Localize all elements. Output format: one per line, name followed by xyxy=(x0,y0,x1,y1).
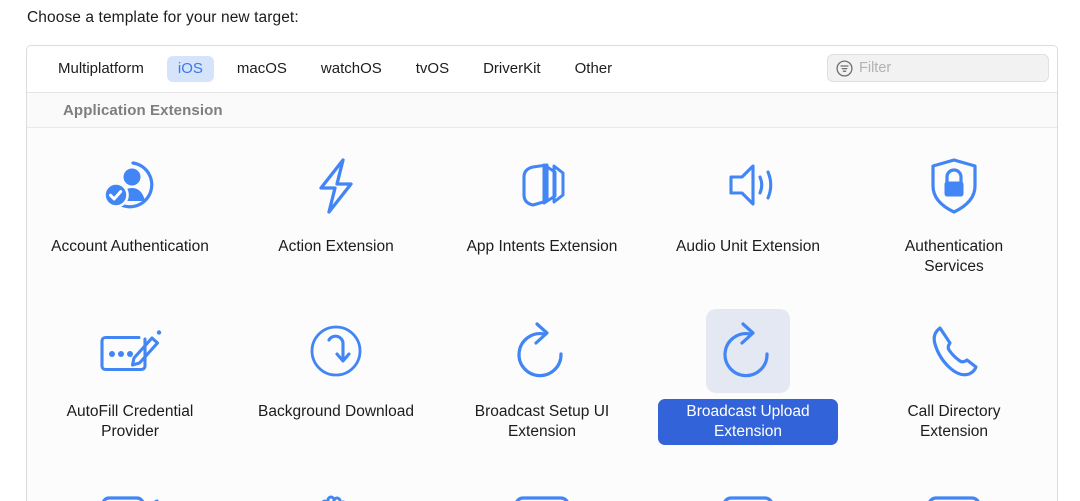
template-item-label: Broadcast Setup UI Extension xyxy=(474,403,610,440)
platform-tab-driverkit[interactable]: DriverKit xyxy=(472,56,552,83)
platform-tab-ios[interactable]: iOS xyxy=(166,55,214,83)
template-item[interactable]: Background Download xyxy=(233,293,439,458)
template-item-label: Broadcast Upload Extension xyxy=(658,399,838,445)
platform-tab-macos[interactable]: macOS xyxy=(226,56,298,83)
template-item-label: AutoFill Credential Provider xyxy=(66,403,194,440)
template-item-label: Audio Unit Extension xyxy=(676,238,820,255)
list-rect-icon xyxy=(912,474,996,501)
video-badge-icon xyxy=(88,474,172,501)
filter-circle-icon xyxy=(836,59,853,77)
filter-placeholder: Filter xyxy=(859,60,892,76)
textfield-pencil-icon xyxy=(88,309,172,393)
template-grid: Account Authentication Action Extension … xyxy=(27,128,1057,501)
lightning-bolt-icon xyxy=(294,144,378,228)
speaker-waves-icon xyxy=(706,144,790,228)
template-item[interactable]: Broadcast Setup UI Extension xyxy=(439,293,645,458)
template-item-label: Account Authentication xyxy=(51,238,209,255)
person-check-badge-icon xyxy=(88,144,172,228)
rotate-clockwise-icon xyxy=(500,309,584,393)
platform-tab-other[interactable]: Other xyxy=(564,56,624,83)
platform-tab-tvos[interactable]: tvOS xyxy=(405,56,460,83)
template-item[interactable] xyxy=(851,458,1057,501)
section-header-label: Application Extension xyxy=(63,101,223,119)
template-item[interactable]: AutoFill Credential Provider xyxy=(27,293,233,458)
platform-tab-watchos[interactable]: watchOS xyxy=(310,56,393,83)
template-item[interactable] xyxy=(645,458,851,501)
template-item[interactable]: Account Authentication xyxy=(27,128,233,293)
template-item-label: Background Download xyxy=(258,403,414,420)
template-item[interactable]: App Intents Extension xyxy=(439,128,645,293)
shield-lock-icon xyxy=(912,144,996,228)
template-item[interactable] xyxy=(233,458,439,501)
template-item[interactable]: Broadcast Upload Extension xyxy=(645,293,851,458)
section-header: Application Extension xyxy=(27,93,1057,128)
rotate-clockwise-icon xyxy=(706,309,790,393)
hand-fingers-icon xyxy=(294,474,378,501)
filter-input[interactable]: Filter xyxy=(827,54,1049,82)
template-chooser-panel: Multiplatform iOS macOS watchOS tvOS DriverKi… xyxy=(26,45,1058,501)
stacked-cards-icon xyxy=(500,144,584,228)
circle-download-arrow-icon xyxy=(294,309,378,393)
page-title: Choose a template for your new target: xyxy=(27,9,299,26)
keypad-rect-icon xyxy=(706,474,790,501)
template-item[interactable]: Call Directory Extension xyxy=(851,293,1057,458)
template-item[interactable]: Action Extension xyxy=(233,128,439,293)
template-item-label: App Intents Extension xyxy=(466,238,618,255)
rounded-rect-icon xyxy=(500,474,584,501)
template-item[interactable] xyxy=(27,458,233,501)
template-item[interactable]: Audio Unit Extension xyxy=(645,128,851,293)
platform-tab-multiplatform[interactable]: Multiplatform xyxy=(47,56,155,83)
phone-handset-icon xyxy=(912,309,996,393)
template-item-label: Call Directory Extension xyxy=(907,403,1001,440)
template-item[interactable] xyxy=(439,458,645,501)
template-item[interactable]: Authentication Services xyxy=(851,128,1057,293)
template-item-label: Action Extension xyxy=(278,238,394,255)
platform-tabbar: Multiplatform iOS macOS watchOS tvOS DriverKi… xyxy=(27,46,1057,93)
template-item-label: Authentication Services xyxy=(904,238,1004,275)
